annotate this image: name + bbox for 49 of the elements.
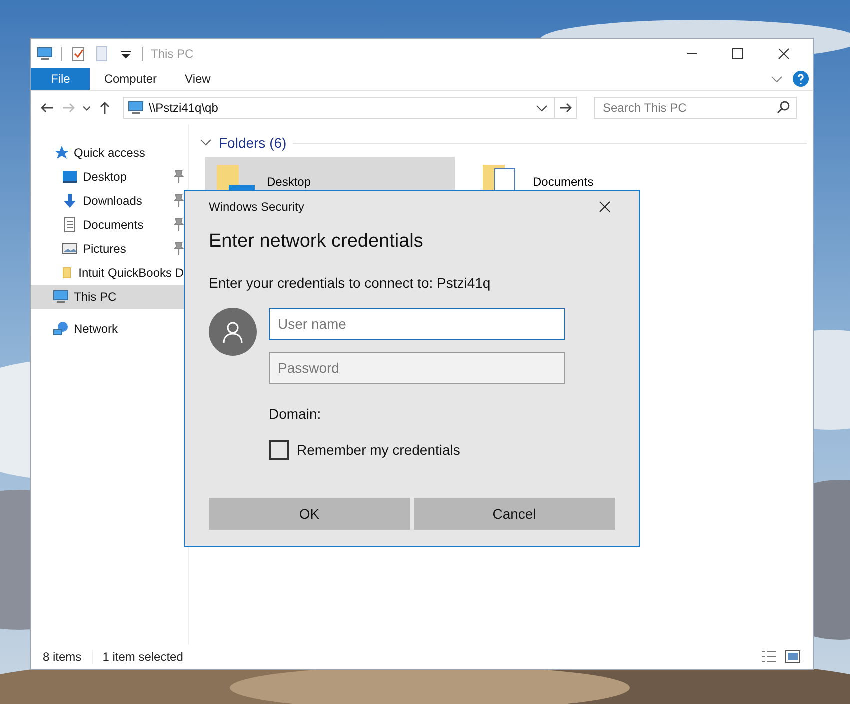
group-header: Folders (6) [219,135,287,151]
search-icon [776,100,792,116]
sidebar-item[interactable]: Downloads [31,189,188,213]
ribbon-tab[interactable]: File [31,68,90,90]
help-icon [793,71,809,87]
close-icon [776,46,792,62]
selection-count: 1 item selected [102,650,184,664]
minimize-icon [687,52,697,54]
ribbon-tab[interactable]: View [171,68,225,90]
sidebar-item[interactable]: Pictures [31,237,188,261]
network-globe-icon [53,321,69,337]
password-field[interactable]: Password [269,352,565,384]
dialog-button[interactable]: OK [209,498,410,530]
dialog-title: Windows Security [209,200,304,214]
dialog-message: Enter your credentials to connect to: Pstzi41q [209,275,492,291]
computer-icon [53,289,69,305]
chevron-down-icon [83,106,91,110]
maximize-icon [730,46,746,62]
close-icon [597,199,613,215]
large-icons-view-icon [785,649,801,665]
username-field[interactable]: User name [269,308,565,340]
sidebar-item[interactable]: Documents [31,213,188,237]
properties-icon [70,46,86,62]
new-folder-icon [94,46,110,62]
sidebar-item[interactable]: Desktop [31,165,188,189]
window-title: This PC [151,46,194,60]
user-avatar-icon [209,308,257,356]
search-field[interactable]: Search This PC [594,97,797,119]
item-count: 8 items [43,650,82,664]
sidebar-item[interactable]: Intuit QuickBooks D [31,261,188,285]
sidebar-item[interactable]: Network [31,317,188,341]
download-arrow-icon [62,193,78,209]
computer-icon [37,46,53,62]
domain-label: Domain: [269,406,322,422]
star-icon [53,145,69,161]
monitor-icon [62,169,78,185]
picture-icon [62,241,78,257]
ribbon-tab[interactable]: Computer [90,68,172,90]
checkbox-label: Remember my credentials [297,442,460,458]
document-icon [62,217,78,233]
dialog-button[interactable]: Cancel [414,498,615,530]
folder-icon [62,265,74,281]
computer-icon [128,100,144,116]
dialog-heading: Enter network credentials [209,231,424,253]
remember-checkbox[interactable] [269,440,289,460]
details-view-icon [761,649,777,665]
sidebar-item[interactable]: Quick access [31,141,188,165]
go-button[interactable] [555,97,577,119]
address-bar[interactable]: \\Pstzi41q\qb [123,97,555,119]
